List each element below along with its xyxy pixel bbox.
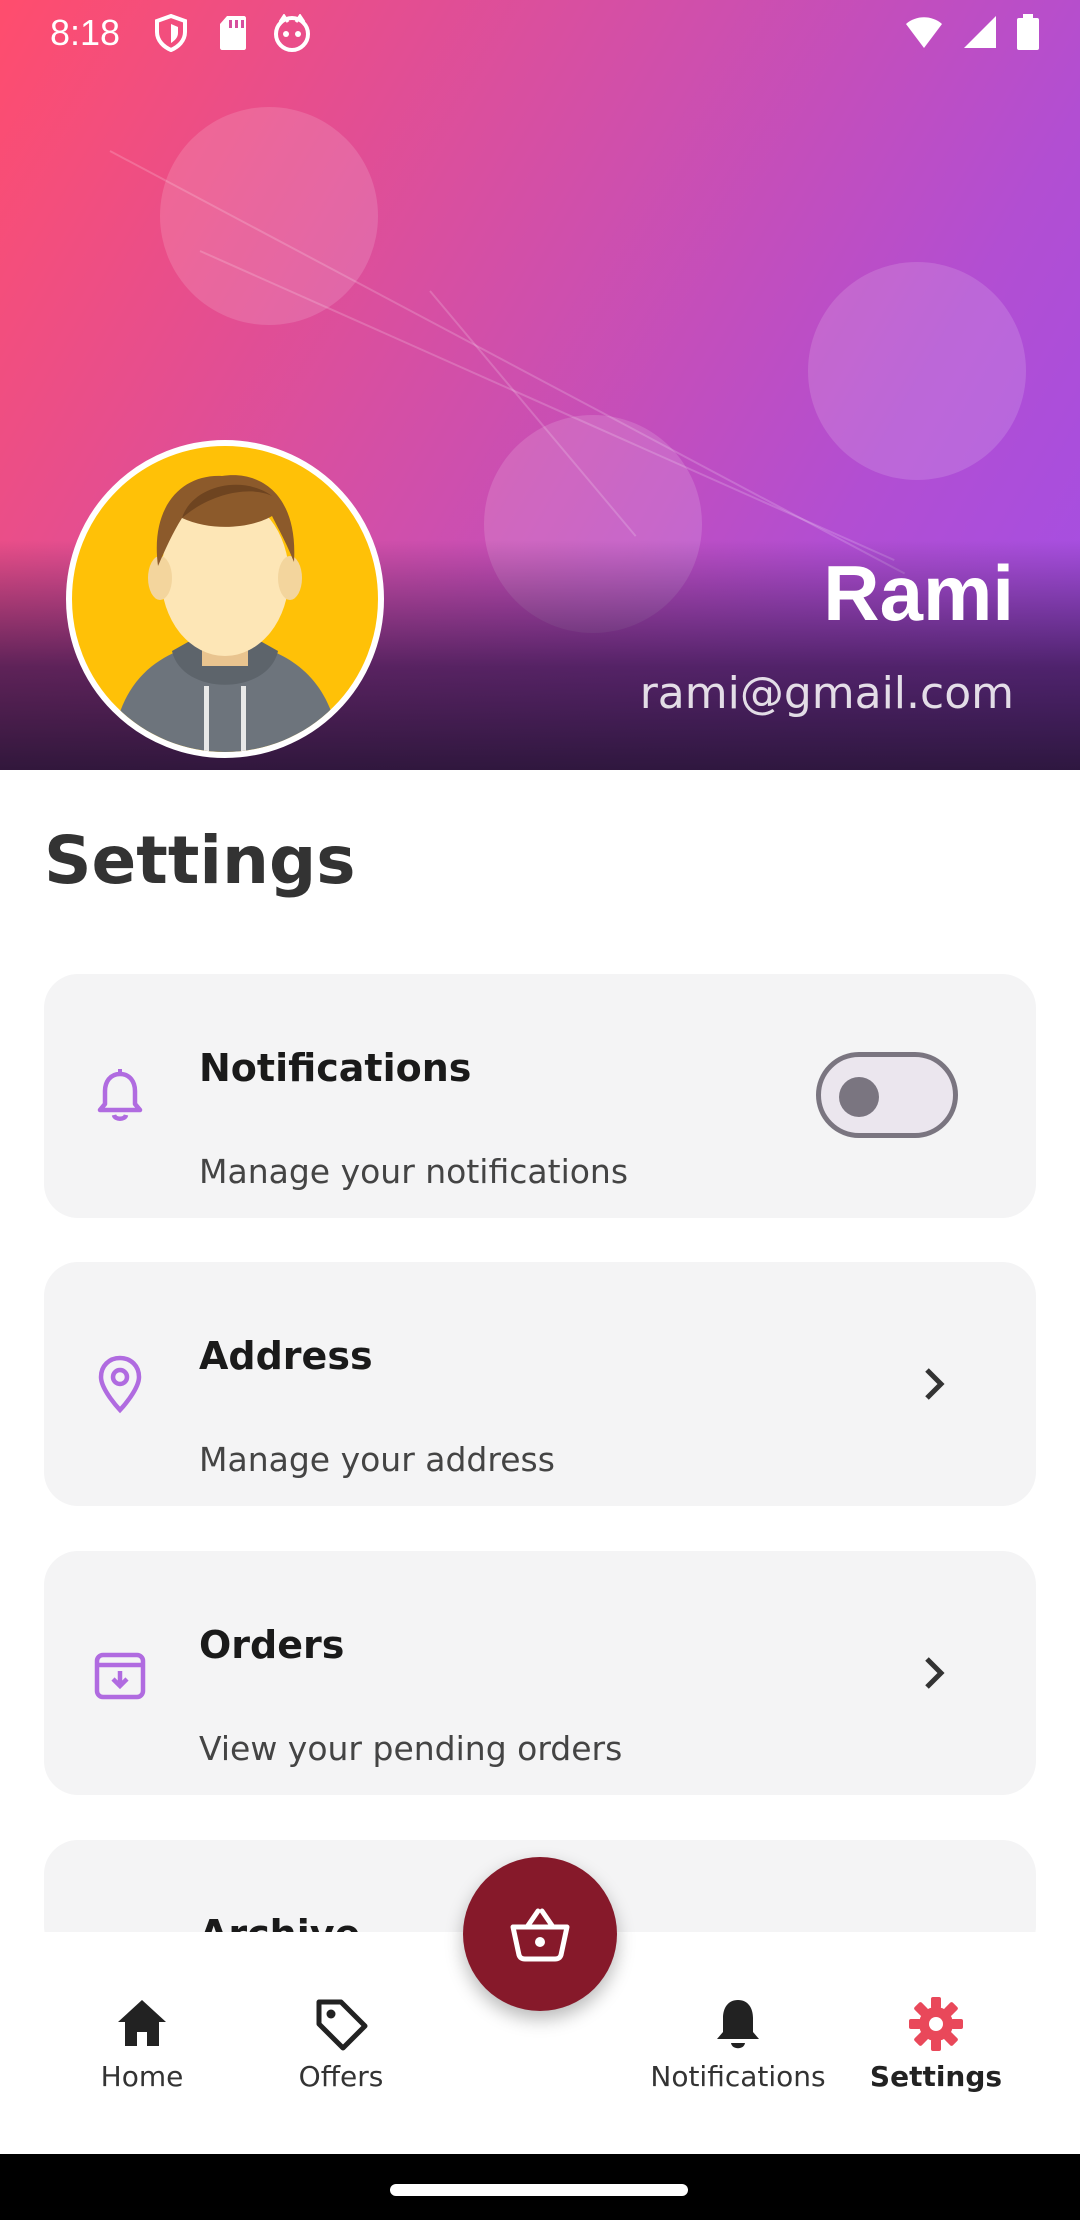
nav-label: Notifications [650, 2060, 826, 2093]
settings-item-title: Orders [199, 1623, 345, 1667]
nav-item-offers[interactable]: Offers [241, 1994, 441, 2093]
decorative-bubble [160, 107, 378, 325]
cat-icon [272, 13, 312, 56]
settings-item-subtitle: Manage your address [199, 1440, 555, 1479]
nav-label: Offers [298, 2060, 384, 2093]
settings-item-orders[interactable]: Orders View your pending orders [44, 1551, 1036, 1795]
settings-item-title: Notifications [199, 1046, 472, 1090]
home-icon [112, 1994, 172, 2054]
page-title: Settings [44, 822, 356, 899]
settings-item-address[interactable]: Address Manage your address [44, 1262, 1036, 1506]
shield-icon [154, 13, 188, 56]
avatar-illustration [112, 475, 340, 752]
wifi-icon [904, 14, 944, 54]
bell-icon [708, 1994, 768, 2054]
settings-item-subtitle: Manage your notifications [199, 1152, 629, 1191]
avatar[interactable] [66, 440, 384, 758]
nav-label: Settings [869, 2060, 1003, 2093]
bell-outline-icon [90, 1066, 150, 1126]
location-pin-icon [90, 1354, 150, 1414]
nav-item-notifications[interactable]: Notifications [638, 1994, 838, 2093]
profile-name: Rami [823, 549, 1014, 637]
nav-label: Home [100, 2060, 184, 2093]
nav-item-home[interactable]: Home [42, 1994, 242, 2093]
archive-down-icon [90, 1643, 150, 1703]
decorative-bubble [808, 262, 1026, 480]
profile-email: rami@gmail.com [639, 668, 1014, 719]
toggle-knob [839, 1077, 879, 1117]
signal-icon [962, 14, 998, 54]
chevron-right-icon[interactable] [912, 1651, 956, 1695]
home-gesture-pill[interactable] [390, 2184, 688, 2196]
status-time: 8:18 [50, 12, 121, 53]
tag-icon [311, 1994, 371, 2054]
status-bar: 8:18 [0, 0, 1080, 66]
battery-icon [1016, 14, 1040, 54]
gear-icon [906, 1994, 966, 2054]
notifications-toggle[interactable] [816, 1052, 958, 1138]
nav-item-settings[interactable]: Settings [836, 1994, 1036, 2093]
settings-item-title: Address [199, 1334, 373, 1378]
sd-card-icon [218, 14, 248, 56]
settings-item-notifications[interactable]: Notifications Manage your notifications [44, 974, 1036, 1218]
basket-icon [510, 1908, 570, 1962]
settings-item-subtitle: View your pending orders [199, 1729, 623, 1768]
chevron-right-icon[interactable] [912, 1362, 956, 1406]
basket-fab-button[interactable] [463, 1857, 617, 2011]
